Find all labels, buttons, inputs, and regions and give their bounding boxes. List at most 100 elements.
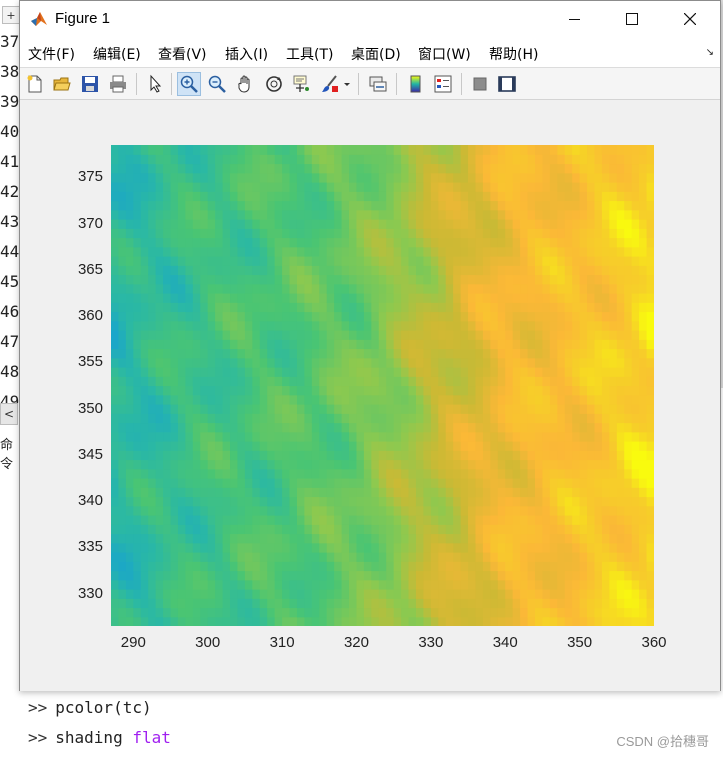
menu-insert[interactable]: 插入(I) (225, 44, 268, 64)
heatmap-cell (475, 431, 484, 442)
brush-dropdown-button[interactable] (342, 72, 352, 96)
menu-help[interactable]: 帮助(H) (489, 44, 538, 64)
maximize-button[interactable] (603, 1, 661, 37)
heatmap-cell (401, 256, 410, 266)
heatmap-cell (482, 441, 491, 451)
heatmap-cell (140, 200, 149, 211)
heatmap-cell (549, 228, 558, 239)
heatmap-cell (267, 209, 276, 220)
heatmap-cell (460, 496, 469, 507)
menu-overflow-icon[interactable]: ↘ (706, 47, 714, 58)
heatmap-cell (341, 145, 350, 155)
command-line[interactable]: >> pcolor(tc) (28, 698, 152, 717)
heatmap-cell (423, 274, 432, 285)
print-button[interactable] (106, 72, 130, 96)
data-cursor-button[interactable] (290, 72, 314, 96)
heatmap-cell (274, 552, 283, 562)
heatmap-cell (363, 219, 372, 229)
heatmap-cell (475, 413, 484, 424)
zoom-out-button[interactable] (205, 72, 229, 96)
heatmap-cell (133, 182, 142, 192)
menu-view[interactable]: 查看(V) (158, 44, 207, 64)
heatmap-cell (252, 450, 261, 461)
pan-button[interactable] (233, 72, 257, 96)
heatmap-cell (423, 330, 432, 340)
heatmap-cell (624, 579, 633, 590)
minimize-button[interactable] (545, 1, 603, 37)
heatmap-cell (230, 330, 239, 340)
heatmap-cell (177, 283, 186, 294)
heatmap-cell (534, 524, 544, 535)
heatmap-cell (311, 293, 320, 303)
link-plot-button[interactable] (366, 72, 390, 96)
heatmap-cell (125, 357, 134, 368)
heatmap-cell (505, 533, 514, 544)
open-file-button[interactable] (50, 72, 74, 96)
legend-button[interactable] (431, 72, 455, 96)
zoom-in-button[interactable] (177, 72, 201, 96)
hide-plot-tools-button[interactable] (468, 72, 492, 96)
heatmap-cell (215, 330, 224, 340)
colorbar-button[interactable] (404, 72, 428, 96)
heatmap-cell (155, 542, 164, 553)
brush-button[interactable] (318, 72, 342, 96)
heatmap-cell (490, 209, 499, 220)
heatmap-cell (148, 431, 157, 442)
heatmap-cell (512, 376, 521, 387)
heatmap-cell (207, 450, 216, 461)
heatmap-cell (140, 256, 149, 266)
heatmap-cell (594, 265, 603, 276)
heatmap-cell (542, 154, 551, 165)
heatmap-cell (430, 607, 439, 618)
close-button[interactable] (661, 1, 719, 37)
heatmap-cell (252, 246, 261, 257)
heatmap-cell (445, 283, 454, 294)
heatmap-cell (423, 385, 432, 396)
heatmap-cell (349, 505, 358, 516)
menu-file[interactable]: 文件(F) (28, 44, 75, 64)
editor-tab-add-icon[interactable]: + (2, 6, 20, 24)
heatmap-cell (393, 320, 402, 331)
axes[interactable] (111, 145, 654, 626)
heatmap-cell (386, 246, 395, 257)
heatmap-cell (230, 413, 239, 424)
rotate-3d-button[interactable] (262, 72, 286, 96)
scroll-left-icon[interactable]: < (0, 403, 18, 425)
heatmap-cell (438, 441, 447, 451)
menu-tools[interactable]: 工具(T) (286, 44, 333, 64)
heatmap-cell (207, 598, 216, 609)
heatmap-cell (341, 394, 350, 405)
heatmap-cell (624, 172, 633, 183)
heatmap-cell (371, 228, 380, 239)
heatmap-cell (215, 422, 224, 433)
pointer-button[interactable] (143, 72, 167, 96)
heatmap-cell (438, 542, 447, 553)
heatmap-cell (267, 357, 276, 368)
new-figure-button[interactable] (23, 72, 47, 96)
heatmap-cell (319, 274, 328, 285)
show-plot-tools-button[interactable] (495, 72, 519, 96)
heatmap-cell (572, 293, 581, 303)
heatmap-cell (200, 598, 209, 609)
heatmap-cell (237, 330, 246, 340)
command-line[interactable]: >> shading flat (28, 728, 171, 747)
heatmap-cell (133, 515, 142, 525)
heatmap-cell (185, 311, 194, 322)
heatmap-cell (111, 265, 120, 276)
menu-window[interactable]: 窗口(W) (418, 44, 471, 64)
heatmap-cell (356, 579, 365, 590)
heatmap-cell (349, 367, 358, 377)
menu-desktop[interactable]: 桌面(D) (351, 44, 401, 64)
heatmap-cell (646, 293, 654, 303)
save-button[interactable] (78, 72, 102, 96)
heatmap-cell (601, 413, 610, 424)
heatmap-cell (282, 524, 291, 535)
heatmap-cell (423, 154, 432, 165)
heatmap-cell (334, 200, 343, 211)
menu-edit[interactable]: 编辑(E) (93, 44, 141, 64)
heatmap-cell (163, 209, 172, 220)
heatmap-cell (378, 533, 387, 544)
heatmap-cell (631, 579, 640, 590)
command-prompt: >> (28, 728, 48, 747)
title-bar[interactable]: Figure 1 (20, 1, 720, 37)
